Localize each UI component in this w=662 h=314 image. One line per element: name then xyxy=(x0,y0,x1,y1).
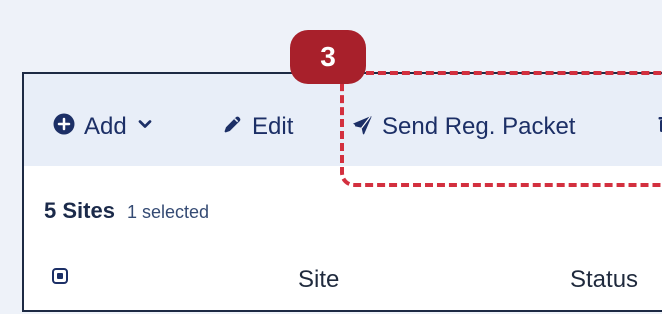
step-number-badge: 3 xyxy=(290,30,366,84)
column-header-site: Site xyxy=(298,266,339,294)
pencil-icon xyxy=(220,112,244,141)
selection-count: 1 selected xyxy=(127,202,209,223)
column-header-status: Status xyxy=(570,266,638,294)
site-summary: 5 Sites 1 selected xyxy=(44,198,209,224)
add-label: Add xyxy=(84,115,127,139)
step-number: 3 xyxy=(320,43,336,71)
edit-button[interactable]: Edit xyxy=(220,112,293,141)
edit-label: Edit xyxy=(252,115,293,139)
select-all-checkbox[interactable] xyxy=(52,268,68,284)
plus-circle-icon xyxy=(52,112,76,141)
chevron-down-icon[interactable] xyxy=(135,114,155,139)
add-button[interactable]: Add xyxy=(52,112,155,141)
site-count: 5 Sites xyxy=(44,198,115,224)
highlight-dashed-outline xyxy=(340,71,662,187)
table-header-row: Site Status xyxy=(24,258,662,314)
